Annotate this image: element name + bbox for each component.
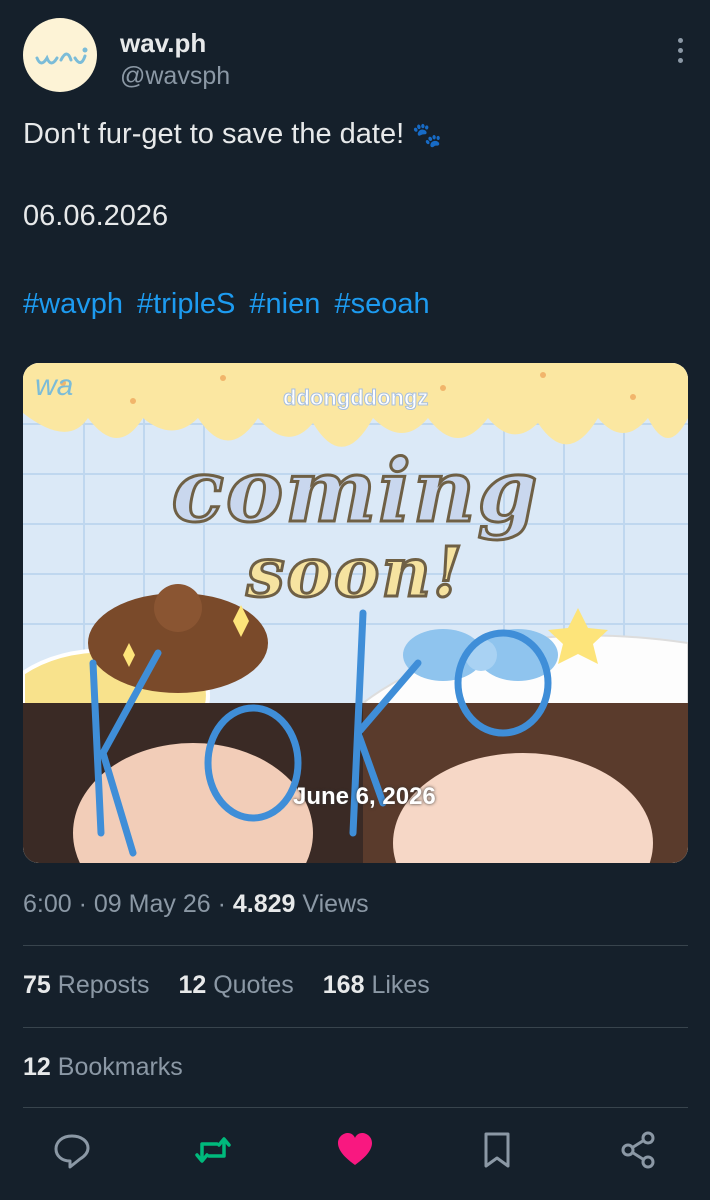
tweet-meta: 6:00 · 09 May 26 · 4.829 Views — [23, 890, 369, 918]
avatar[interactable] — [23, 18, 97, 92]
author-handle[interactable]: @wavsph — [120, 62, 230, 91]
divider — [23, 1027, 688, 1028]
media-headline-1: coming — [170, 440, 540, 544]
tweet-time[interactable]: 6:00 — [23, 890, 72, 918]
tweet-header: wav.ph @wavsph — [23, 18, 688, 98]
likes-stat[interactable]: 168 Likes — [323, 971, 430, 999]
more-options-icon[interactable] — [676, 38, 684, 68]
bookmark-icon[interactable] — [477, 1130, 517, 1170]
media-headline-2: soon! — [245, 532, 465, 615]
hashtag-link[interactable]: #nien — [249, 288, 320, 320]
media-watermark: wa — [35, 369, 74, 402]
views-label: Views — [302, 890, 369, 918]
action-bar — [0, 1130, 710, 1180]
engagement-stats: 75 Reposts 12 Quotes 168 Likes — [23, 971, 452, 1000]
repost-icon[interactable] — [193, 1130, 233, 1170]
hashtag-link[interactable]: #wavph — [23, 288, 123, 320]
like-icon[interactable] — [335, 1130, 375, 1170]
wav-logo-icon — [35, 47, 88, 65]
reply-icon[interactable] — [52, 1130, 92, 1170]
tweet-date-text: 06.06.2026 — [23, 200, 169, 232]
media-date-caption: June 6, 2026 — [293, 783, 436, 810]
tweet-date[interactable]: 09 May 26 — [94, 890, 211, 918]
hashtag-link[interactable]: #tripleS — [137, 288, 235, 320]
hashtags: #wavph #tripleS #nien #seoah — [23, 288, 436, 321]
share-icon[interactable] — [618, 1130, 658, 1170]
media-brand: ddongddongz — [282, 385, 429, 411]
bookmarks-stat[interactable]: 12 Bookmarks — [23, 1053, 183, 1082]
reposts-stat[interactable]: 75 Reposts — [23, 971, 149, 999]
author-name[interactable]: wav.ph — [120, 28, 206, 59]
divider — [23, 945, 688, 946]
quotes-stat[interactable]: 12 Quotes — [178, 971, 293, 999]
tweet-media-image[interactable]: wa ddongddongz coming soon! June 6, 2026 — [23, 363, 688, 863]
paw-emoji-icon: 🐾 — [412, 122, 443, 149]
hashtag-link[interactable]: #seoah — [334, 288, 429, 320]
tweet-body: Don't fur-get to save the date! — [23, 118, 405, 150]
views-count: 4.829 — [232, 890, 296, 918]
divider — [23, 1107, 688, 1108]
tweet-text: Don't fur-get to save the date! 🐾 — [23, 112, 442, 156]
